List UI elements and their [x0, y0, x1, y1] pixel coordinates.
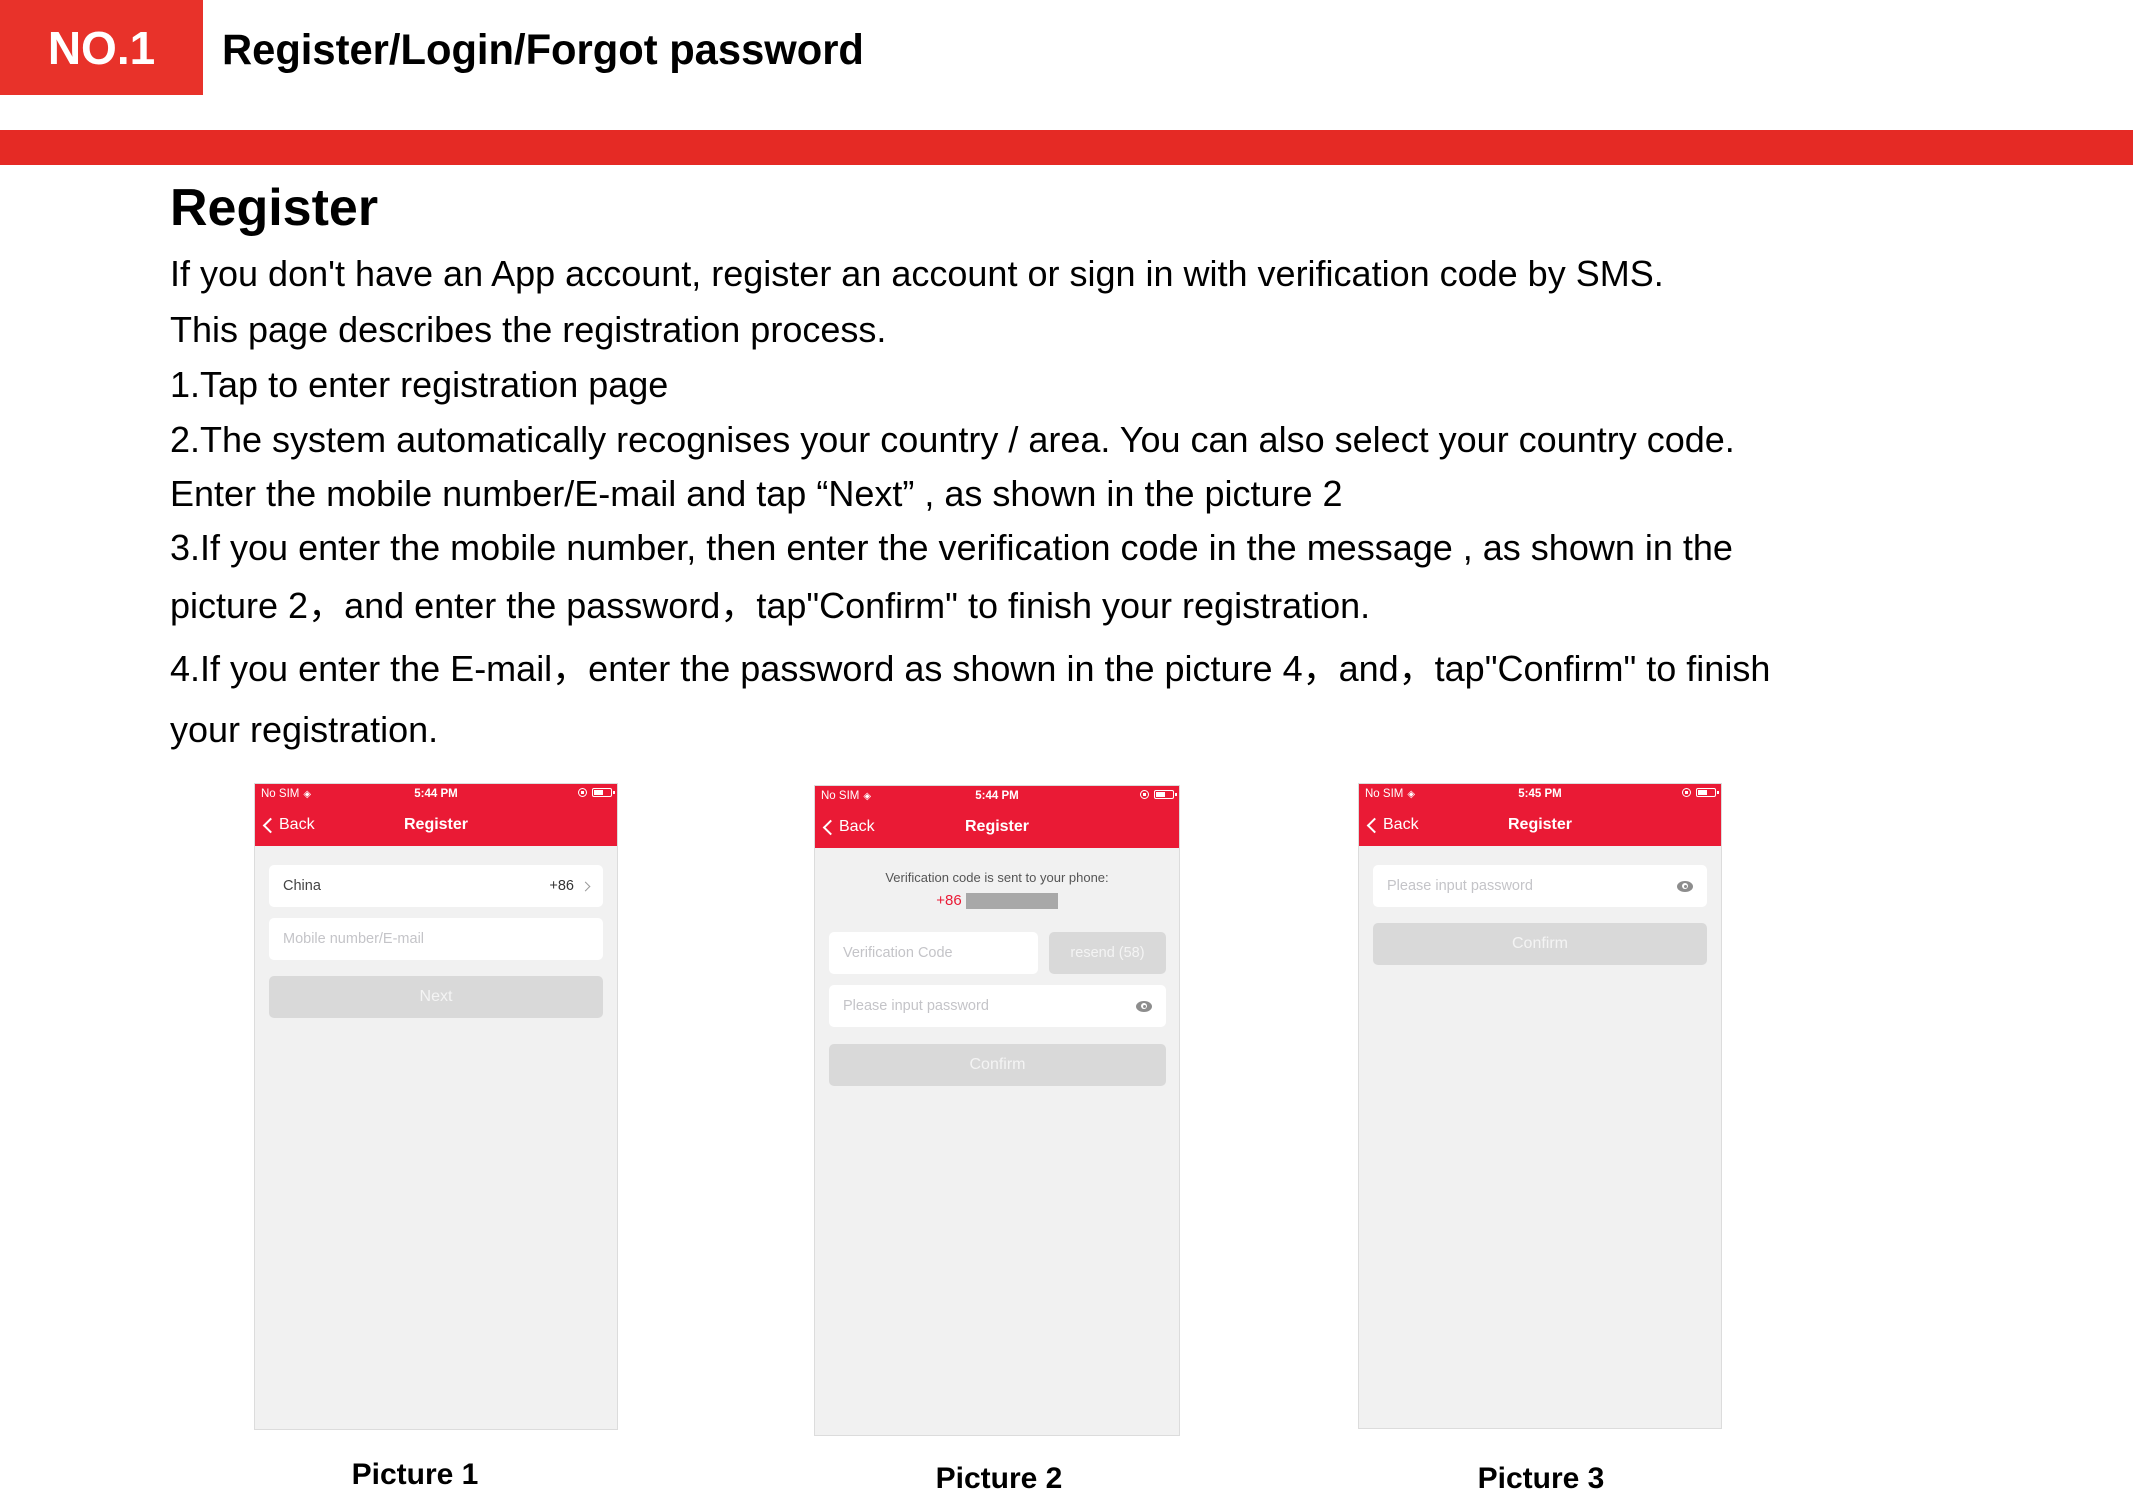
screen-title: Register	[964, 818, 1030, 835]
confirm-button[interactable]: Confirm	[829, 1044, 1166, 1086]
body-line: 4.If you enter the E-mail，enter the pass…	[170, 648, 1771, 689]
screen-title: Register	[1507, 816, 1573, 833]
body-line: 3.If you enter the mobile number, then e…	[170, 527, 1733, 568]
resend-button[interactable]: resend (58)	[1049, 932, 1166, 974]
phone-screenshot-1: No SIM ◈ 5:44 PM Back Register China +86 …	[254, 783, 618, 1430]
phone-prefix: +86	[936, 892, 962, 909]
redacted-phone-number	[965, 892, 1058, 909]
chevron-right-icon	[580, 881, 591, 891]
country-code: +86	[549, 878, 574, 894]
phone-screenshot-3: No SIM ◈ 5:45 PM Back Register Please inp…	[1358, 783, 1722, 1429]
picture-caption: Picture 1	[351, 1458, 479, 1491]
document-title: Register/Login/Forgot password	[222, 26, 864, 74]
screen-title: Register	[403, 816, 469, 833]
body-line: your registration.	[170, 709, 439, 750]
app-header: No SIM ◈ 5:44 PM Back Register	[815, 786, 1179, 848]
verification-sent-message: Verification code is sent to your phone:	[885, 870, 1109, 885]
mobile-email-input[interactable]: Mobile number/E-mail	[269, 918, 603, 960]
rotation-lock-icon	[1682, 788, 1691, 797]
password-placeholder: Please input password	[1387, 878, 1533, 894]
mobile-email-placeholder: Mobile number/E-mail	[283, 931, 425, 947]
battery-icon	[1696, 788, 1719, 797]
confirm-button[interactable]: Confirm	[1373, 923, 1707, 965]
body-line: 1.Tap to enter registration page	[170, 364, 669, 405]
app-header: No SIM ◈ 5:45 PM Back Register	[1359, 784, 1721, 846]
rotation-lock-icon	[578, 788, 587, 797]
app-header: No SIM ◈ 5:44 PM Back Register	[255, 784, 617, 846]
next-button[interactable]: Next	[269, 976, 603, 1018]
body-line: This page describes the registration pro…	[170, 309, 887, 350]
nav-bar: Back Register	[815, 808, 1179, 848]
status-bar: No SIM ◈ 5:44 PM	[255, 784, 617, 806]
password-input[interactable]: Please input password	[1373, 865, 1707, 907]
battery-icon	[592, 788, 615, 797]
rotation-lock-icon	[1140, 790, 1149, 799]
nav-bar: Back Register	[255, 806, 617, 846]
status-bar: No SIM ◈ 5:45 PM	[1359, 784, 1721, 806]
country-name: China	[283, 878, 321, 894]
phone-screenshot-2: No SIM ◈ 5:44 PM Back Register Verificati…	[814, 785, 1180, 1436]
body-line: If you don't have an App account, regist…	[170, 253, 1664, 294]
body-line: 2.The system automatically recognises yo…	[170, 419, 1735, 460]
eye-icon[interactable]	[1677, 880, 1693, 892]
verification-code-input[interactable]: Verification Code	[829, 932, 1038, 974]
body-line: picture 2，and enter the password，tap"Con…	[170, 585, 1371, 626]
body-line: Enter the mobile number/E-mail and tap “…	[170, 473, 1343, 514]
status-bar: No SIM ◈ 5:44 PM	[815, 786, 1179, 808]
eye-icon[interactable]	[1136, 1000, 1152, 1012]
section-heading: Register	[170, 179, 379, 237]
status-time: 5:44 PM	[975, 790, 1019, 802]
status-time: 5:45 PM	[1518, 788, 1562, 800]
destination-phone: +86	[815, 892, 1179, 909]
password-placeholder: Please input password	[843, 998, 989, 1014]
nav-bar: Back Register	[1359, 806, 1721, 846]
verification-code-placeholder: Verification Code	[843, 945, 953, 961]
password-input[interactable]: Please input password	[829, 985, 1166, 1027]
section-number-badge: NO.1	[0, 0, 203, 95]
status-time: 5:44 PM	[414, 788, 458, 800]
battery-icon	[1154, 790, 1177, 799]
country-selector[interactable]: China +86	[269, 865, 603, 907]
header-divider-bar	[0, 130, 2133, 165]
